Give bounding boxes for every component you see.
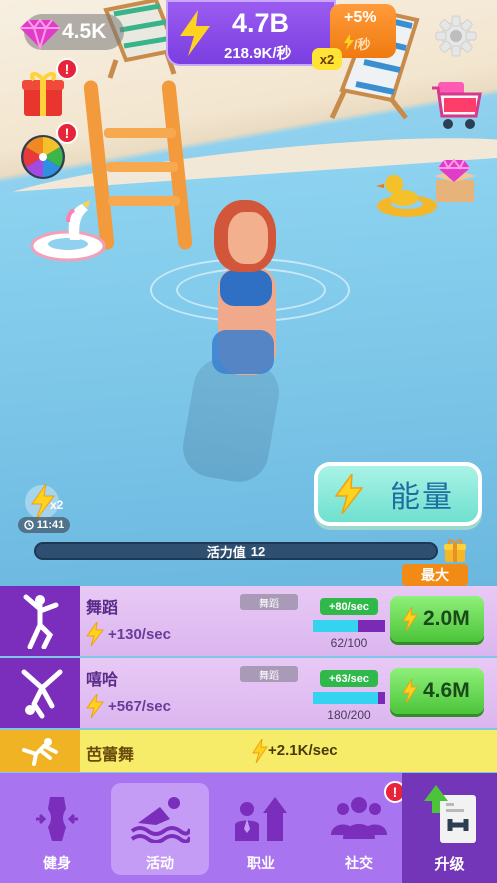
activity-row: 嘻哈 舞蹈 +567/sec +63/sec 180/200 4.6M [0, 658, 497, 728]
buy-cost: 4.6M [423, 679, 470, 702]
bottom-nav: 健身 活动 职业 社交 ! 升级 [0, 773, 497, 883]
energy-total: 4.7B [232, 8, 290, 38]
gem-counter[interactable]: 4.5K [20, 14, 124, 50]
clock-icon [23, 520, 34, 530]
activity-rate: +2.1K/sec [268, 742, 338, 759]
energy-button-face: 能量 [318, 466, 478, 522]
ballet-icon [22, 738, 58, 766]
buy-button[interactable]: 4.6M [390, 668, 484, 714]
lightning-icon [402, 607, 418, 631]
activity-progress-text: 62/100 [330, 636, 368, 650]
swimmer-swimsuit-bottom [212, 330, 274, 374]
bonus-unit: /秒 [354, 37, 371, 52]
energy-button[interactable]: 能量 [314, 462, 482, 526]
nav-career[interactable]: 职业 [212, 773, 310, 883]
nav-activity[interactable]: 活动 [111, 773, 209, 883]
lightning-icon [334, 474, 364, 514]
activity-row-locked: 芭蕾舞 +2.1K/sec [0, 730, 497, 772]
unicorn-float [30, 200, 106, 262]
nav-upgrade[interactable]: 升级 [402, 773, 497, 883]
max-tag: 最大 [402, 564, 468, 586]
activity-icon-box [0, 658, 80, 728]
wheel-alert-badge: ! [56, 122, 78, 144]
gem-icon [20, 18, 60, 50]
energy-button-label: 能量 [390, 480, 454, 515]
multiplier-badge[interactable]: x2 [312, 48, 342, 70]
lightning-icon [86, 622, 104, 646]
activity-bonus: +63/sec [320, 670, 378, 687]
energy-panel: 4.7B 218.9K/秒 [166, 0, 336, 66]
gem-count: 4.5K [62, 20, 107, 43]
lightning-icon [252, 739, 268, 763]
boost-multiplier: x2 [50, 498, 64, 512]
energy-rate: 218.9K/秒 [224, 45, 292, 62]
social-icon [331, 797, 387, 839]
activity-icon-box [0, 730, 80, 772]
ladder-step [106, 162, 178, 172]
activity-progress-text: 180/200 [327, 708, 371, 722]
lightning-icon [180, 10, 210, 56]
buy-cost: 2.0M [423, 607, 470, 630]
activity-progress-bar [313, 620, 385, 632]
activity-row: 舞蹈 舞蹈 +130/sec +80/sec 62/100 2.0M [0, 586, 497, 656]
activity-rate: +567/sec [108, 698, 171, 715]
nav-label: 社交 [345, 855, 373, 871]
activity-bonus: +80/sec [320, 598, 378, 615]
activity-rate: +130/sec [108, 626, 171, 643]
activity-progress-bar [313, 692, 385, 704]
activity-title: 嘻哈 [86, 672, 119, 689]
fitness-icon [36, 797, 78, 841]
swimmer-face [228, 212, 268, 264]
nav-label: 活动 [146, 855, 174, 871]
gift-alert-badge: ! [56, 58, 78, 80]
nav-fitness[interactable]: 健身 [8, 773, 106, 883]
nav-label: 健身 [43, 855, 71, 871]
swimmer-swimsuit-top [220, 270, 272, 306]
activity-icon-box [0, 586, 80, 656]
lightning-icon [402, 679, 418, 703]
boost-timer: 11:41 [18, 517, 70, 533]
vitality-label: 活力值 [206, 544, 246, 560]
career-icon [235, 797, 287, 841]
vitality-bar: 活力值 12 [34, 542, 438, 560]
activity-tag: 舞蹈 [240, 594, 298, 610]
ladder-step [104, 128, 176, 138]
nav-label: 升级 [434, 856, 465, 873]
gear-icon[interactable] [434, 14, 478, 58]
shop-cart-icon[interactable] [428, 76, 484, 132]
dance-icon [23, 594, 59, 649]
vitality-value: 12 [250, 543, 266, 559]
lightning-icon [86, 694, 104, 718]
swimming-icon [130, 797, 190, 843]
lightning-icon [344, 34, 354, 50]
nav-label: 职业 [247, 855, 275, 871]
bonus-percent: +5% [344, 9, 377, 26]
vitality-gift-icon[interactable] [442, 537, 468, 563]
upgrade-icon [423, 785, 476, 843]
hiphop-icon [21, 669, 63, 719]
activity-tag: 舞蹈 [240, 666, 298, 682]
activity-title: 芭蕾舞 [86, 747, 135, 764]
ladder-step [108, 196, 180, 206]
activity-progress-fill [313, 692, 378, 704]
activity-title: 舞蹈 [86, 600, 119, 617]
gem-box-icon[interactable] [430, 156, 480, 206]
buy-button[interactable]: 2.0M [390, 596, 484, 642]
activity-progress-fill [313, 620, 358, 632]
duck-float [376, 175, 437, 217]
boost-timer-text: 11:41 [36, 519, 65, 531]
